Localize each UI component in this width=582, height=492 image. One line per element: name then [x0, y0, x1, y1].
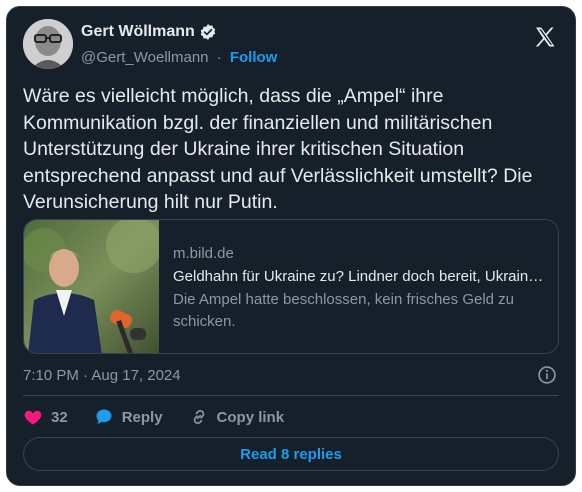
- handle-row: @Gert_Woellmann · Follow: [81, 49, 277, 66]
- follow-button[interactable]: Follow: [230, 49, 278, 66]
- link-thumbnail: [24, 220, 162, 353]
- tweet-card: Gert Wöllmann @Gert_Woellmann · Follow W…: [6, 6, 576, 486]
- tweet-timestamp[interactable]: 7:10 PM · Aug 17, 2024: [23, 367, 181, 384]
- separator-dot: ·: [216, 49, 222, 66]
- avatar[interactable]: [23, 19, 73, 69]
- link-preview-card[interactable]: m.bild.de Geldhahn für Ukraine zu? Lindn…: [23, 219, 559, 354]
- reply-button[interactable]: Reply: [94, 407, 163, 427]
- tweet-header: Gert Wöllmann @Gert_Woellmann · Follow: [23, 19, 559, 75]
- heart-icon: [24, 410, 42, 425]
- info-icon[interactable]: [537, 365, 557, 385]
- display-name[interactable]: Gert Wöllmann: [81, 23, 195, 41]
- avatar-portrait-icon: [23, 19, 73, 69]
- read-replies-button[interactable]: Read 8 replies: [23, 437, 559, 471]
- tweet-text: Wäre es vielleicht möglich, dass die „Am…: [23, 85, 533, 213]
- reply-bubble-icon: [96, 409, 112, 425]
- copy-link-button[interactable]: Copy link: [189, 407, 285, 427]
- handle[interactable]: @Gert_Woellmann: [81, 49, 209, 66]
- link-icon: [193, 410, 204, 424]
- like-count: 32: [51, 408, 68, 426]
- reply-label: Reply: [121, 408, 163, 426]
- action-bar: 32 Reply Copy link: [23, 405, 310, 429]
- link-title: Geldhahn für Ukraine zu? Lindner doch be…: [173, 268, 544, 285]
- name-row: Gert Wöllmann: [81, 23, 217, 41]
- copy-link-label: Copy link: [216, 408, 285, 426]
- verified-badge-icon: [200, 24, 216, 40]
- article-photo-icon: [24, 220, 162, 353]
- like-button[interactable]: 32: [23, 407, 68, 427]
- link-description: Die Ampel hatte beschlossen, kein frisch…: [173, 291, 515, 330]
- x-logo-icon[interactable]: [533, 25, 557, 49]
- link-domain: m.bild.de: [173, 245, 234, 262]
- divider: [23, 395, 559, 396]
- link-meta: m.bild.de Geldhahn für Ukraine zu? Lindn…: [173, 244, 544, 333]
